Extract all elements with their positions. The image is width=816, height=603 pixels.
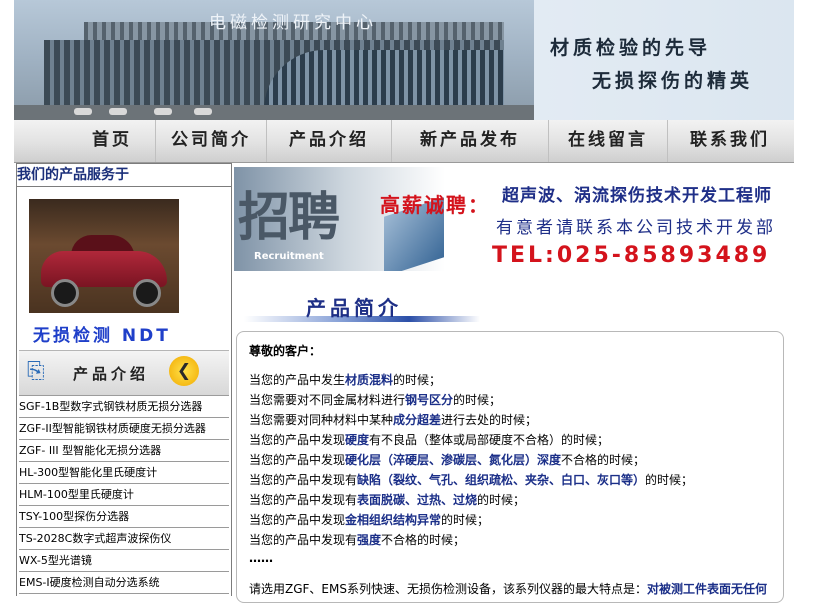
- ellipsis: ……: [249, 551, 273, 565]
- nav-contact[interactable]: 联系我们: [667, 120, 792, 162]
- intro-line: 当您的产品中发现金相组织结构异常的时候；: [249, 513, 490, 527]
- recruit-headline: 高薪诚聘：: [380, 193, 490, 217]
- bottom-text: 请选用ZGF、EMS系列快速、无损伤检测设备，该系列仪器的最大特点是：对被测工件…: [249, 582, 767, 596]
- intro-line: 当您的产品中发现有缺陷（裂纹、气孔、组织疏松、夹杂、白口、灰口等）的时候；: [249, 473, 694, 487]
- arrow-left-icon: ❮: [169, 356, 199, 386]
- recruit-position: 超声波、涡流探伤技术开发工程师: [502, 186, 772, 206]
- recruit-en-label: Recruitment: [254, 251, 324, 262]
- recruitment-banner[interactable]: 招聘 Recruitment 高薪诚聘： 超声波、涡流探伤技术开发工程师 有意者…: [234, 167, 789, 271]
- product-list: SGF-1B型数字式钢铁材质无损分选器 ZGF-II型智能钢铁材质硬度无损分选器…: [19, 396, 229, 594]
- slogan-2: 无损探伤的精英: [592, 70, 754, 92]
- device-icon: ⎘: [27, 359, 45, 384]
- section-title-text: 产品简介: [306, 296, 402, 320]
- product-link[interactable]: WX-5型光谱镜: [19, 550, 229, 572]
- product-link[interactable]: HL-300型智能化里氏硬度计: [19, 462, 229, 484]
- intro-line: 当您的产品中发现硬度有不良品（整体或局部硬度不合格）的时候；: [249, 433, 610, 447]
- nav-new-products[interactable]: 新产品发布: [391, 120, 548, 162]
- nav-products[interactable]: 产品介绍: [266, 120, 391, 162]
- nav-company-intro[interactable]: 公司简介: [155, 120, 266, 162]
- product-link[interactable]: HLM-100型里氏硬度计: [19, 484, 229, 506]
- recruit-contact-note: 有意者请联系本公司技术开发部: [496, 218, 776, 238]
- nav-home[interactable]: 首页: [70, 120, 154, 162]
- banner-title: 电磁检测研究中心: [209, 13, 377, 33]
- intro-line: 当您的产品中发现有表面脱碳、过热、过烧的时候；: [249, 493, 526, 507]
- intro-line: 当您的产品中发生材质混料的时候；: [249, 373, 442, 387]
- product-link[interactable]: ZGF-II型智能钢铁材质硬度无损分选器: [19, 418, 229, 440]
- intro-line: 当您需要对不同金属材料进行钢号区分的时候；: [249, 393, 502, 407]
- car-photo: [29, 199, 179, 313]
- recruit-big-text: 招聘: [238, 187, 340, 248]
- products-header-label: 产品介绍: [73, 365, 150, 383]
- intro-panel: 尊敬的客户： 当您的产品中发生材质混料的时候； 当您需要对不同金属材料进行钢号区…: [236, 331, 784, 603]
- product-link[interactable]: TSY-100型探伤分选器: [19, 506, 229, 528]
- sidebar-title: 我们的产品服务于: [17, 164, 231, 187]
- intro-line: 当您需要对同种材料中某种成分超差进行去处的时候；: [249, 413, 538, 427]
- nav-message[interactable]: 在线留言: [548, 120, 667, 162]
- product-link[interactable]: TS-2028C数字式超声波探伤仪: [19, 528, 229, 550]
- greeting: 尊敬的客户：: [249, 344, 322, 358]
- product-link[interactable]: ZGF- III 型智能化无损分选器: [19, 440, 229, 462]
- main-nav: 首页 公司简介 产品介绍 新产品发布 在线留言 联系我们: [14, 120, 794, 163]
- intro-line: 当您的产品中发现有强度不合格的时候；: [249, 533, 466, 547]
- section-title: 产品简介: [244, 290, 484, 326]
- sidebar: 我们的产品服务于 无损检测 NDT ⎘ 产品介绍 ❮ SGF-1B型数字式钢铁材…: [16, 163, 232, 596]
- intro-lines: 当您的产品中发生材质混料的时候； 当您需要对不同金属材料进行钢号区分的时候； 当…: [249, 370, 779, 570]
- products-header: ⎘ 产品介绍 ❮: [19, 350, 229, 396]
- ndt-caption: 无损检测 NDT: [33, 326, 171, 346]
- recruit-phone: TEL:025-85893489: [492, 243, 771, 268]
- intro-line: 当您的产品中发现硬化层（淬硬层、渗碳层、氮化层）深度不合格的时候；: [249, 453, 646, 467]
- slogan-1: 材质检验的先导: [550, 37, 712, 59]
- product-link[interactable]: SGF-1B型数字式钢铁材质无损分选器: [19, 396, 229, 418]
- header-banner: 电磁检测研究中心 材质检验的先导 无损探伤的精英: [14, 0, 794, 120]
- product-link[interactable]: EMS-Ⅰ硬度检测自动分选系统: [19, 572, 229, 594]
